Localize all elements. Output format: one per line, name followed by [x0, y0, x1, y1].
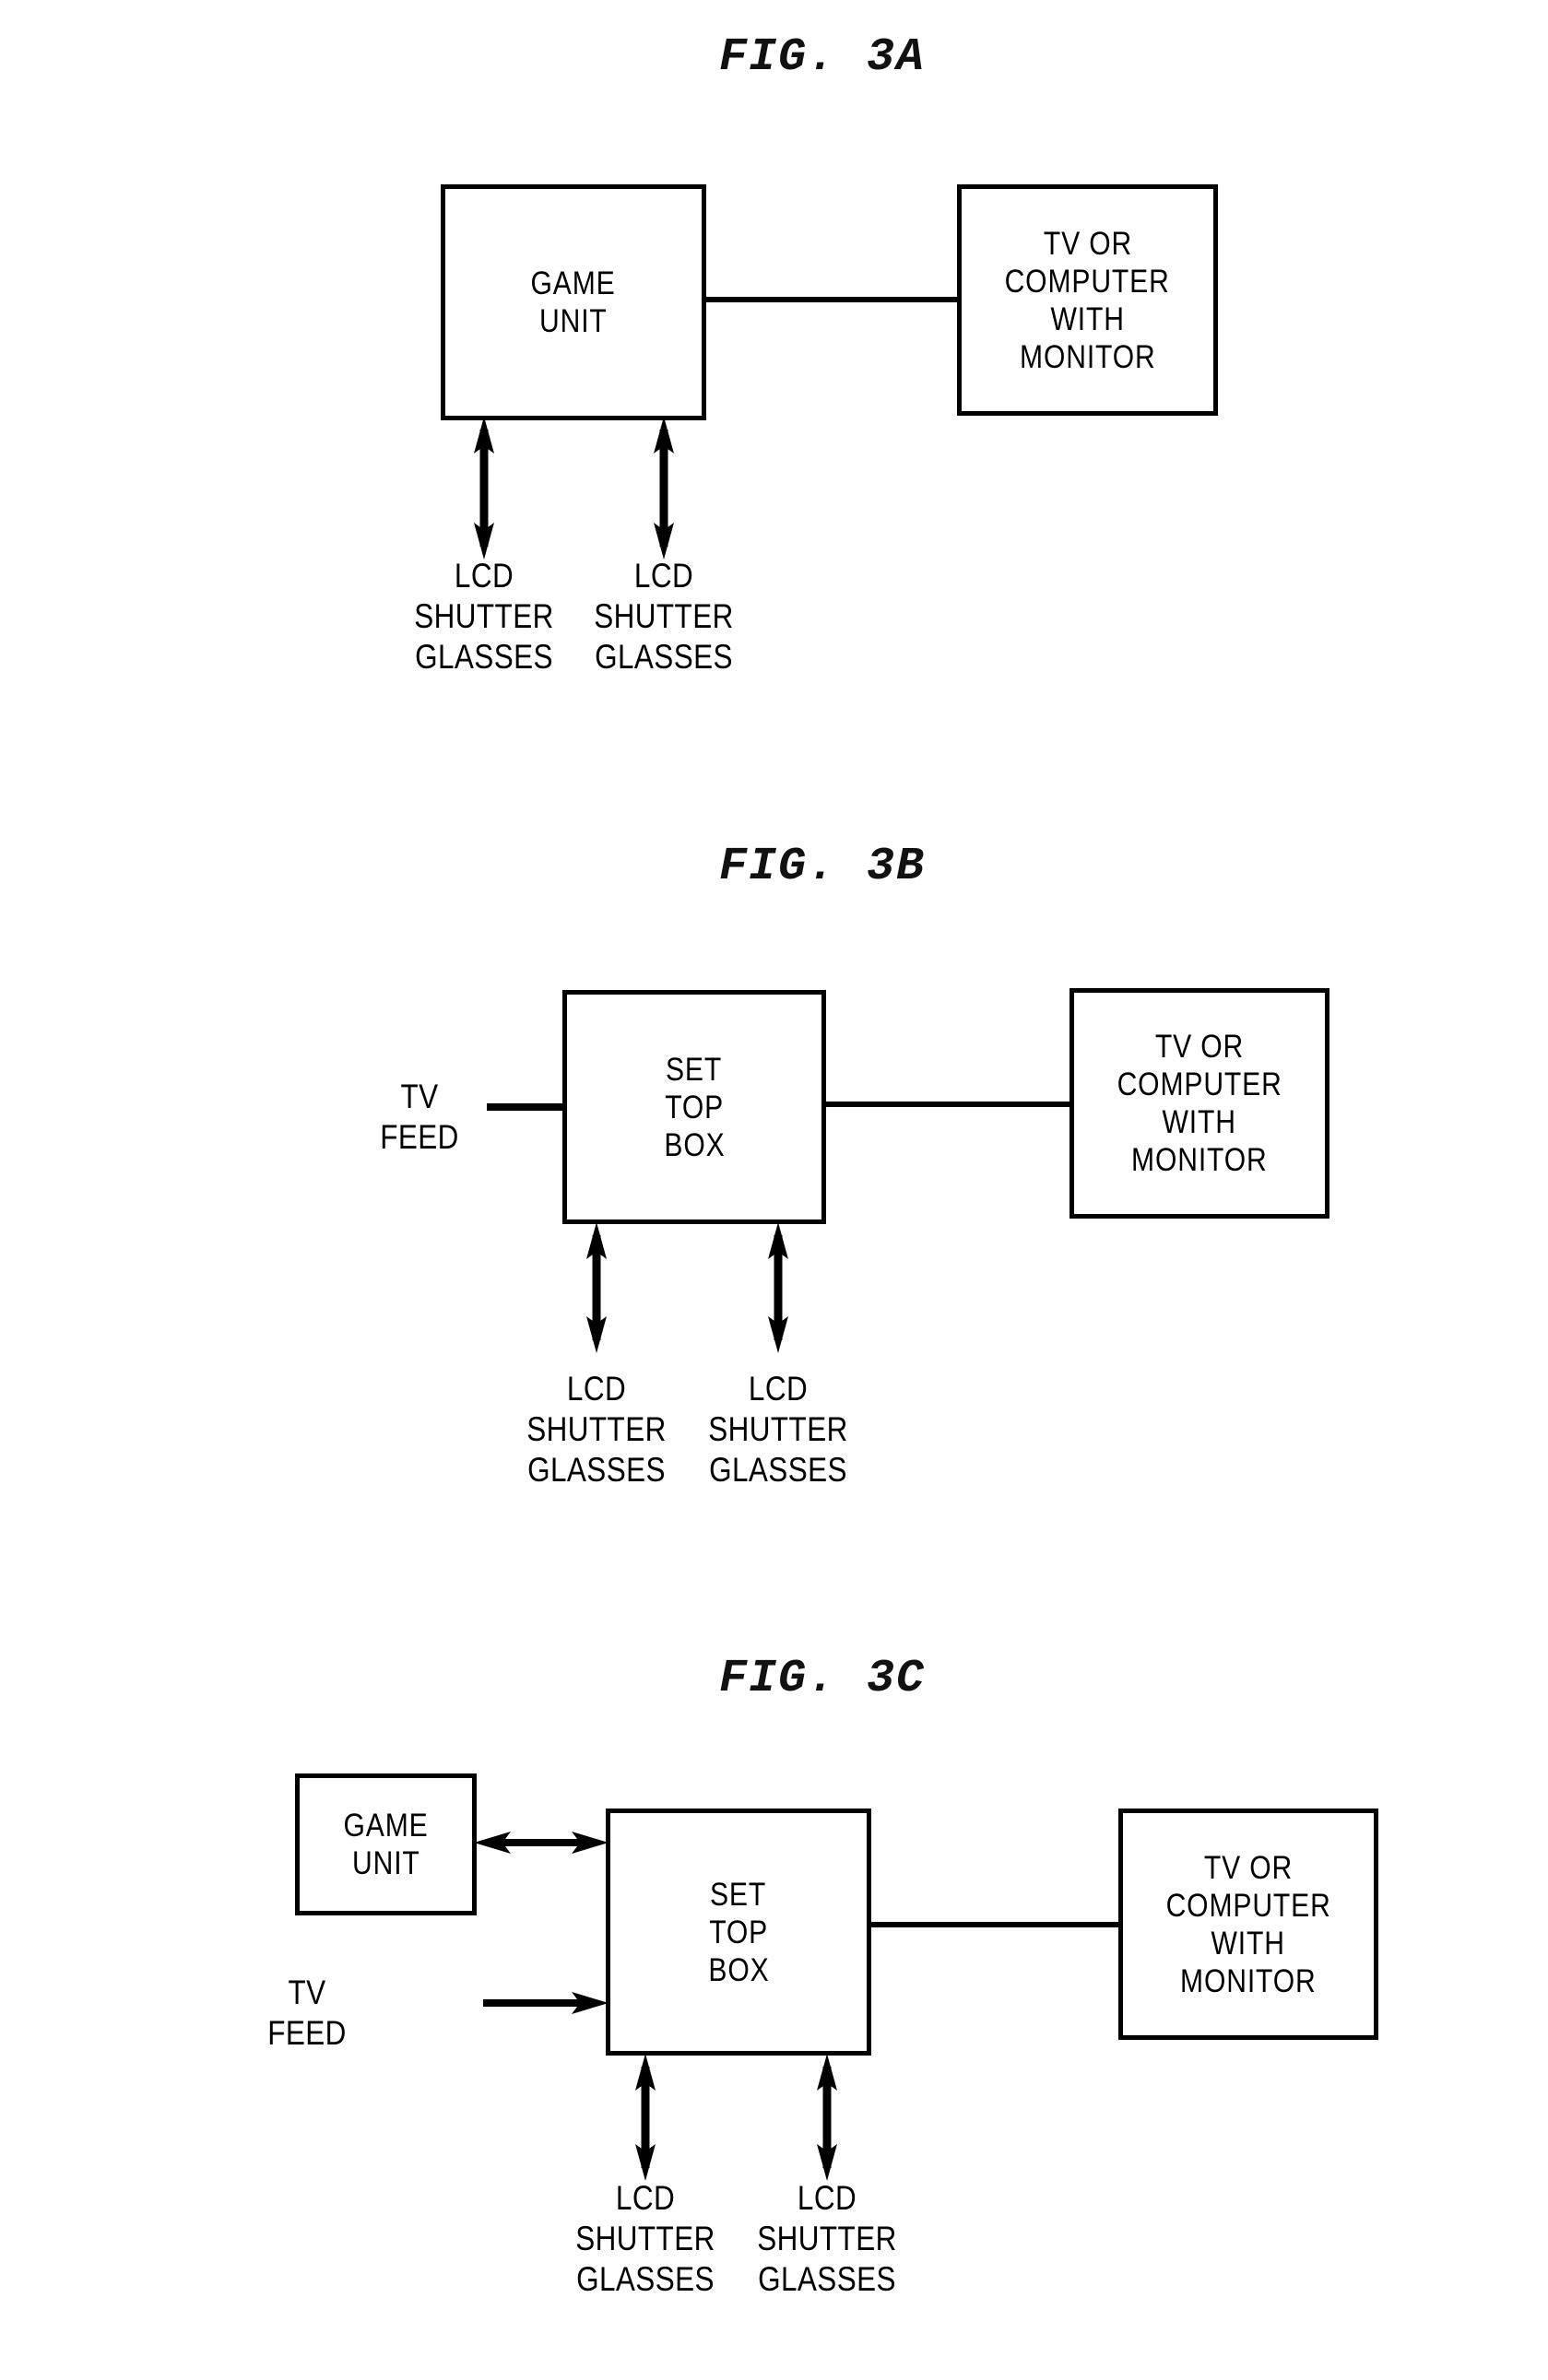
arrow-tv-feed-to-set-top-box-3c: [483, 1992, 609, 2014]
box-line: MONITOR: [1019, 338, 1156, 375]
label-line: SHUTTER: [708, 1410, 848, 1448]
label-line: GLASSES: [527, 1451, 666, 1489]
figure-title-3a: FIG. 3A: [719, 31, 927, 84]
connector-game-unit-to-monitor-3a: [703, 297, 960, 302]
box-line: TV OR: [1154, 1029, 1245, 1065]
patent-figure-sheet: FIG. 3A GAME UNIT TV OR COMPUTER WITH MO…: [0, 0, 1548, 2380]
label-line: LCD: [615, 2179, 676, 2217]
box-game-unit-3a: GAME UNIT: [441, 184, 706, 420]
figure-title-3c: FIG. 3C: [719, 1653, 927, 1705]
label-line: FEED: [267, 2014, 347, 2052]
box-line: UNIT: [351, 1845, 420, 1881]
label-line: SHUTTER: [414, 597, 554, 635]
label-line: LCD: [566, 1370, 627, 1408]
box-line: BOX: [707, 1951, 770, 1988]
box-line: TOP: [709, 1914, 768, 1950]
box-line: WITH: [1050, 300, 1125, 337]
label-line: FEED: [380, 1118, 459, 1156]
label-line: GLASSES: [415, 638, 553, 676]
box-line: COMPUTER: [1117, 1066, 1282, 1102]
box-set-top-box-3b: SET TOP BOX: [562, 990, 826, 1224]
arrow-game-unit-to-right-glasses-3a: [654, 417, 674, 560]
label-line: GLASSES: [576, 2260, 715, 2298]
arrow-set-top-box-to-left-glasses-3c: [635, 2054, 656, 2181]
box-line: BOX: [663, 1126, 726, 1163]
box-line: MONITOR: [1180, 1962, 1317, 1999]
box-tv-or-computer-3b: TV OR COMPUTER WITH MONITOR: [1069, 988, 1329, 1219]
label-tv-feed-3b: TV FEED: [350, 1077, 489, 1158]
label-lcd-shutter-glasses-right-3c: LCD SHUTTER GLASSES: [716, 2178, 938, 2300]
figure-title-3b: FIG. 3B: [719, 841, 927, 893]
box-game-unit-3c: GAME UNIT: [295, 1773, 477, 1915]
label-line: LCD: [748, 1370, 809, 1408]
label-line: SHUTTER: [526, 1410, 667, 1448]
label-line: LCD: [633, 557, 694, 595]
box-line: COMPUTER: [1165, 1887, 1331, 1924]
box-line: SET: [666, 1051, 723, 1088]
box-tv-or-computer-3a: TV OR COMPUTER WITH MONITOR: [957, 184, 1218, 416]
arrow-game-unit-to-left-glasses-3a: [474, 417, 494, 560]
label-line: SHUTTER: [594, 597, 734, 635]
arrow-set-top-box-to-right-glasses-3b: [768, 1222, 788, 1353]
box-line: UNIT: [539, 303, 608, 339]
box-line: MONITOR: [1131, 1142, 1268, 1178]
label-line: GLASSES: [758, 2260, 896, 2298]
box-line: COMPUTER: [1004, 263, 1171, 300]
box-line: TV OR: [1203, 1849, 1294, 1886]
box-line: TOP: [665, 1089, 724, 1125]
label-line: SHUTTER: [757, 2220, 897, 2257]
arrow-set-top-box-to-right-glasses-3c: [817, 2054, 837, 2181]
label-line: GLASSES: [595, 638, 733, 676]
connector-set-top-box-to-monitor-3c: [869, 1922, 1121, 1927]
label-line: TV: [400, 1078, 439, 1115]
box-tv-or-computer-3c: TV OR COMPUTER WITH MONITOR: [1118, 1809, 1378, 2040]
connector-set-top-box-to-monitor-3b: [823, 1102, 1072, 1107]
box-line: WITH: [1211, 1925, 1286, 1962]
box-line: GAME: [530, 265, 617, 301]
label-line: SHUTTER: [575, 2220, 715, 2257]
box-line: TV OR: [1043, 225, 1132, 262]
label-tv-feed-3c: TV FEED: [238, 1973, 376, 2054]
label-lcd-shutter-glasses-right-3b: LCD SHUTTER GLASSES: [668, 1369, 889, 1490]
arrow-set-top-box-to-left-glasses-3b: [586, 1222, 607, 1353]
box-line: WITH: [1162, 1104, 1237, 1140]
label-line: TV: [288, 1974, 326, 2011]
box-set-top-box-3c: SET TOP BOX: [606, 1809, 871, 2056]
label-line: LCD: [797, 2179, 857, 2217]
box-line: SET: [710, 1876, 767, 1913]
label-lcd-shutter-glasses-right-3a: LCD SHUTTER GLASSES: [553, 556, 774, 677]
arrow-game-unit-to-set-top-box-3c: [474, 1832, 609, 1854]
label-line: GLASSES: [709, 1451, 847, 1489]
label-line: LCD: [454, 557, 514, 595]
box-line: GAME: [343, 1808, 429, 1844]
